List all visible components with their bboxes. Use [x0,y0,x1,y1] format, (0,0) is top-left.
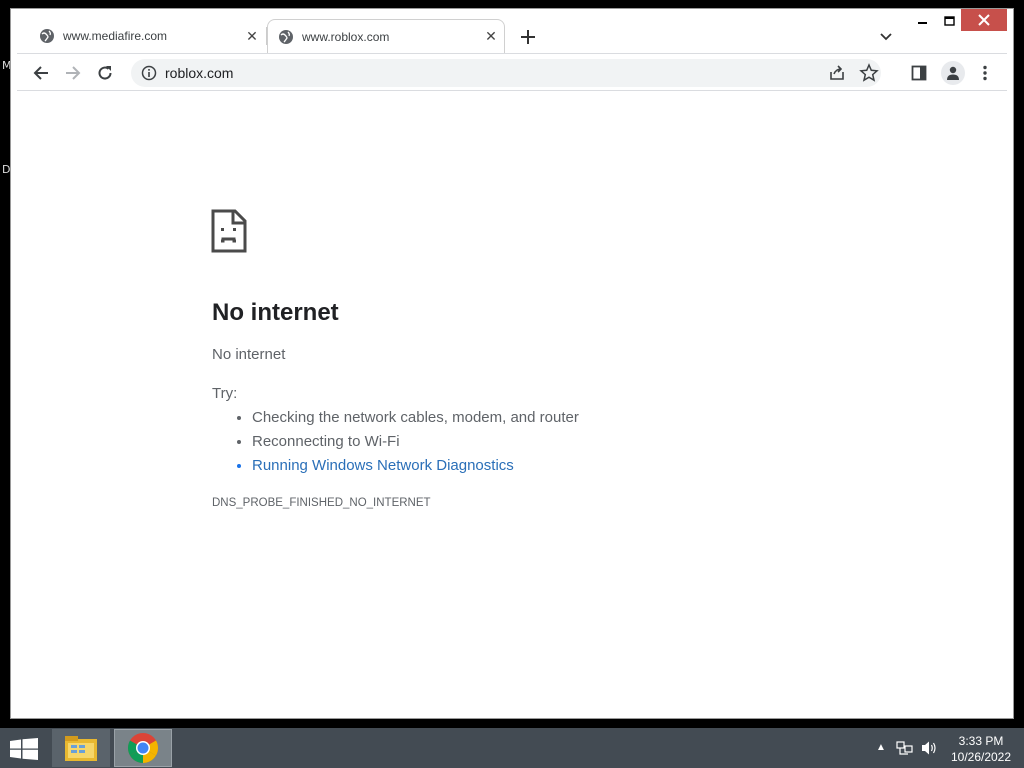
reload-button[interactable] [93,61,117,85]
more-vertical-icon [983,65,987,81]
try-label: Try: [212,385,238,402]
forward-button[interactable] [61,61,85,85]
close-icon [978,14,990,26]
folder-icon [65,736,97,761]
url-text[interactable]: roblox.com [165,65,233,81]
suggestion-text: Checking the network cables, modem, and … [252,409,579,426]
error-page: No internet No internet Try: Checking th… [17,91,1007,712]
error-subtitle: No internet [212,346,286,363]
taskbar-chrome[interactable] [114,729,172,767]
network-diagnostics-link-item[interactable]: Running Windows Network Diagnostics [252,455,579,479]
close-tab-icon[interactable]: ✕ [243,27,261,45]
tab-title: www.roblox.com [302,29,390,44]
taskbar: ▲ 3:33 PM 10/26/2022 [0,728,1024,768]
globe-icon [279,29,293,44]
system-clock[interactable]: 3:33 PM 10/26/2022 [946,733,1016,765]
tab-roblox[interactable]: www.roblox.com ✕ [267,19,505,53]
plus-icon [521,30,535,44]
tab-strip: www.mediafire.com ✕ www.roblox.com ✕ [11,9,1013,53]
taskbar-file-explorer[interactable] [52,729,110,767]
suggestion-text: Reconnecting to Wi-Fi [252,433,400,450]
profile-avatar-icon [947,66,959,80]
network-icon[interactable] [896,740,914,756]
clock-date: 10/26/2022 [950,750,1012,764]
network-diagnostics-link[interactable]: Running Windows Network Diagnostics [252,457,514,474]
forward-arrow-icon [66,66,81,80]
suggestion-list: Checking the network cables, modem, and … [252,407,579,479]
sad-page-icon [211,209,247,253]
chrome-logo-icon [127,733,159,764]
volume-icon[interactable] [920,740,938,756]
back-arrow-icon [33,66,48,80]
side-panel-button[interactable] [907,61,931,85]
reload-icon [98,66,112,80]
address-bar[interactable]: roblox.com [131,59,881,87]
new-tab-button[interactable] [517,26,539,48]
suggestion-item: Checking the network cables, modem, and … [252,407,579,431]
error-code: DNS_PROBE_FINISHED_NO_INTERNET [212,497,431,509]
clock-time: 3:33 PM [958,734,1004,748]
bookmark-star-icon[interactable] [859,63,879,83]
browser-menu-button[interactable] [973,61,997,85]
info-icon[interactable] [141,65,157,81]
globe-icon [40,29,54,43]
back-button[interactable] [29,61,53,85]
share-icon[interactable] [827,63,847,83]
windows-start-icon[interactable] [10,738,38,760]
close-tab-icon[interactable]: ✕ [482,28,500,46]
profile-button[interactable] [941,61,965,85]
chevron-down-icon [880,33,892,41]
maximize-button[interactable] [937,11,961,31]
tab-title: www.mediafire.com [63,29,168,43]
maximize-icon [943,16,955,26]
tab-search-button[interactable] [875,26,897,48]
minimize-button[interactable] [909,11,937,31]
tab-mediafire[interactable]: www.mediafire.com ✕ [29,19,265,53]
side-panel-icon [911,65,927,81]
browser-toolbar: roblox.com [17,53,1007,91]
minimize-icon [918,22,927,24]
close-window-button[interactable] [961,9,1007,31]
suggestion-item: Reconnecting to Wi-Fi [252,431,579,455]
error-title: No internet [212,299,339,326]
show-hidden-icons-chevron-up-icon[interactable]: ▲ [876,742,886,753]
browser-window: www.mediafire.com ✕ www.roblox.com ✕ rob… [10,8,1014,719]
